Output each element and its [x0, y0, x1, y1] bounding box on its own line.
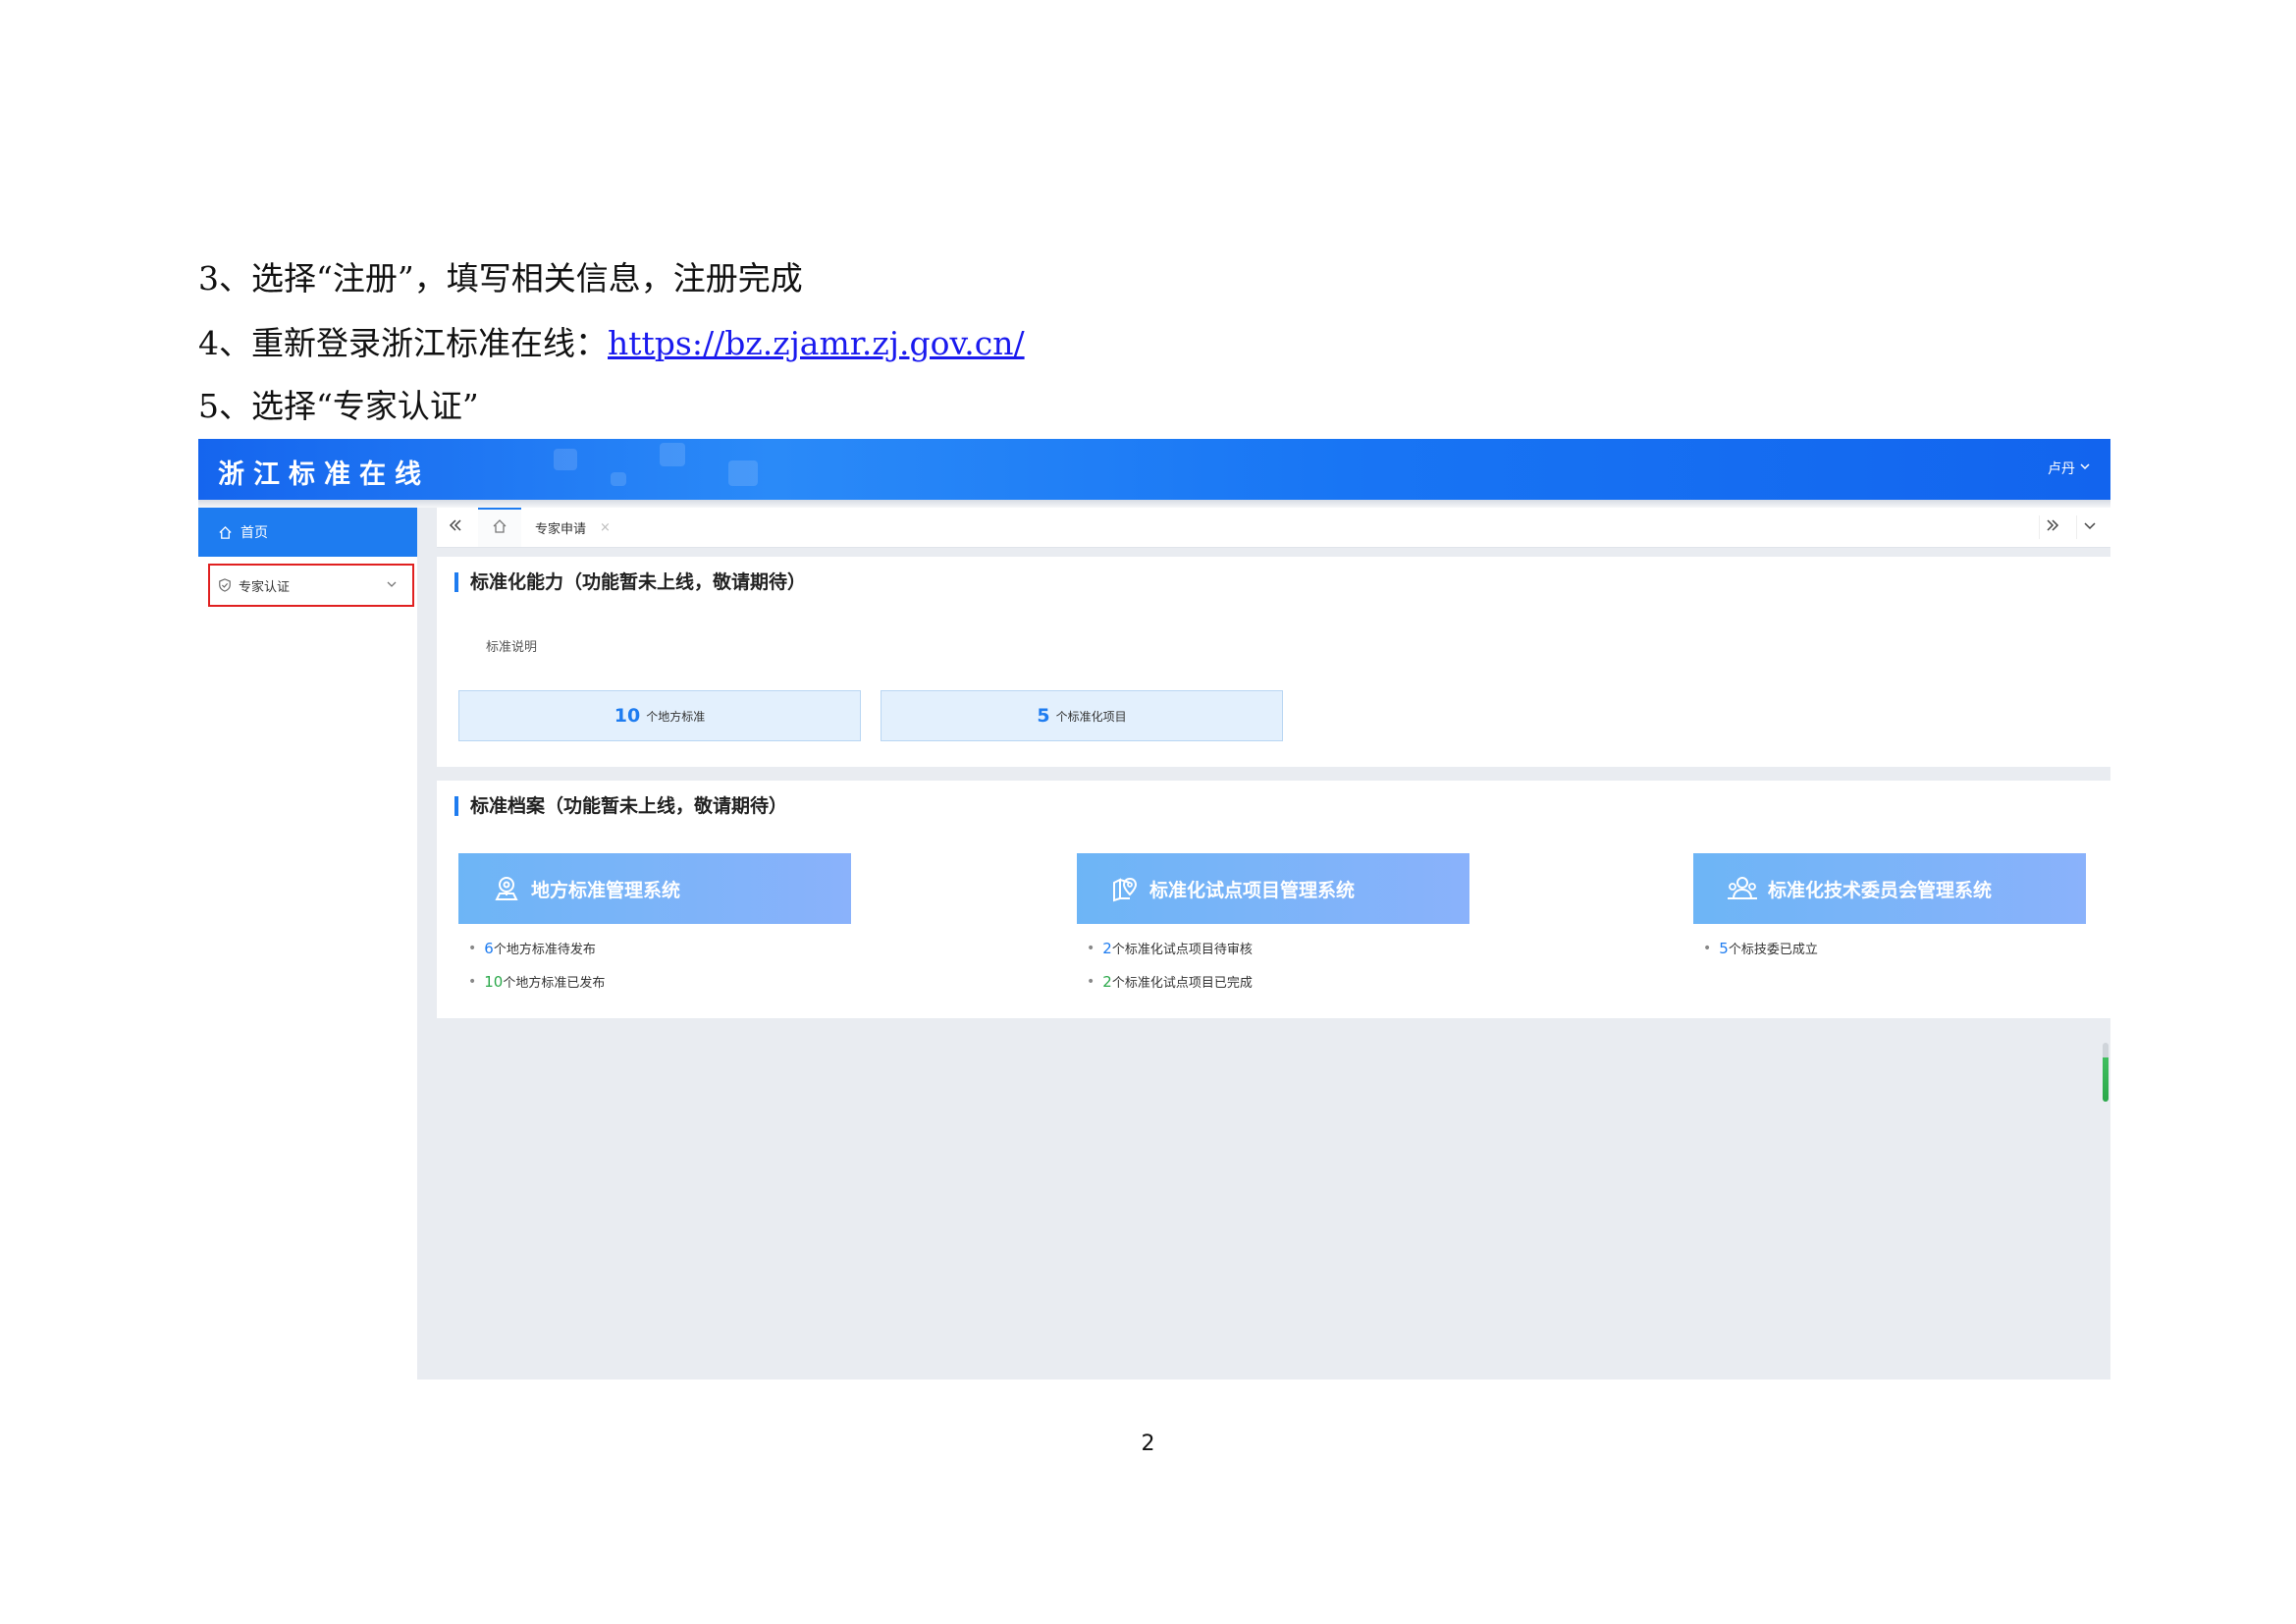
step-5-text: 5、选择“专家认证” — [198, 387, 479, 425]
location-pin-icon — [492, 874, 521, 903]
banner-decoration — [611, 472, 626, 486]
list-item: • 6 个地方标准待发布 — [468, 939, 596, 958]
tab-home[interactable] — [478, 508, 521, 547]
sidebar-item-label: 首页 — [240, 525, 268, 541]
home-icon — [492, 518, 507, 538]
app-title: 浙江标准在线 — [218, 460, 430, 490]
stat-value: 2 — [1102, 939, 1112, 957]
stat-value: 5 — [1719, 939, 1729, 957]
users-icon — [1727, 874, 1758, 903]
tab-scroll-right-button[interactable] — [2039, 515, 2065, 539]
map-pin-icon — [1110, 874, 1140, 903]
page-number: 2 — [1141, 1432, 1155, 1456]
tab-label: 专家申请 — [535, 522, 587, 537]
sidebar-item-expert-certification[interactable]: 专家认证 — [208, 564, 414, 607]
close-icon[interactable]: × — [600, 520, 611, 535]
list-item: • 10 个地方标准已发布 — [468, 972, 606, 992]
user-menu[interactable]: 卢丹 — [2048, 459, 2091, 478]
stat-label: 个地方标准待发布 — [493, 943, 596, 957]
stat-value: 10 — [614, 705, 641, 727]
tab-options-button[interactable] — [2076, 515, 2103, 539]
tab-expert-application[interactable]: 专家申请 × — [535, 518, 611, 537]
step-4-text: 4、重新登录浙江标准在线： — [198, 324, 608, 362]
stat-label: 个标技委已成立 — [1728, 943, 1818, 957]
chevron-down-icon — [2082, 517, 2098, 537]
tab-scroll-left-button[interactable] — [443, 515, 468, 539]
sidebar-item-home[interactable]: 首页 — [198, 508, 417, 557]
top-banner: 浙江标准在线 卢丹 — [198, 439, 2110, 500]
list-item: • 5 个标技委已成立 — [1703, 939, 1818, 958]
technical-committee-system-card[interactable]: 标准化技术委员会管理系统 — [1693, 853, 2086, 924]
system-name: 标准化技术委员会管理系统 — [1768, 879, 1993, 901]
banner-shadow — [198, 500, 2110, 508]
chevron-down-icon — [385, 577, 399, 591]
sidebar: 首页 专家认证 — [198, 508, 417, 1380]
archive-panel: 标准档案（功能暂未上线，敬请期待） 地方标准管理系统 • 6 个地方标准待发布 • 1… — [437, 781, 2110, 1018]
system-name: 标准化试点项目管理系统 — [1149, 879, 1356, 901]
local-standard-count-card[interactable]: 10 个地方标准 — [458, 690, 861, 741]
banner-decoration — [554, 449, 577, 470]
banner-decoration — [728, 460, 758, 486]
step-3-text: 3、选择“注册”，填写相关信息，注册完成 — [198, 259, 803, 298]
stat-value: 6 — [484, 939, 494, 957]
double-chevron-left-icon — [447, 516, 464, 538]
list-item: • 2 个标准化试点项目已完成 — [1087, 972, 1253, 992]
panel-title: 标准化能力（功能暂未上线，敬请期待） — [454, 572, 806, 592]
stat-label: 个标准化项目 — [1055, 709, 1127, 724]
scroll-indicator[interactable] — [2103, 1043, 2109, 1102]
site-url-link[interactable]: https://bz.zjamr.zj.gov.cn/ — [608, 324, 1025, 362]
stat-label: 个标准化试点项目已完成 — [1111, 976, 1253, 991]
stat-value: 10 — [484, 972, 504, 991]
local-standard-system-card[interactable]: 地方标准管理系统 — [458, 853, 851, 924]
list-item: • 2 个标准化试点项目待审核 — [1087, 939, 1253, 958]
system-name: 地方标准管理系统 — [531, 879, 681, 901]
home-icon — [218, 525, 233, 540]
pilot-project-system-card[interactable]: 标准化试点项目管理系统 — [1077, 853, 1469, 924]
capability-panel: 标准化能力（功能暂未上线，敬请期待） 标准说明 10 个地方标准 5 个标准化项… — [437, 557, 2110, 767]
stat-value: 2 — [1102, 972, 1112, 991]
stat-label: 个地方标准已发布 — [503, 976, 606, 991]
standardization-project-count-card[interactable]: 5 个标准化项目 — [881, 690, 1283, 741]
stat-value: 5 — [1037, 705, 1050, 727]
user-name: 卢丹 — [2048, 461, 2075, 477]
shield-check-icon — [218, 578, 232, 592]
panel-title: 标准档案（功能暂未上线，敬请期待） — [454, 796, 787, 816]
app-screenshot: 浙江标准在线 卢丹 首页 专家认证 专家申请 × 标准化能力（功能暂未上线，敬请… — [198, 439, 2110, 1380]
stat-label: 个标准化试点项目待审核 — [1111, 943, 1253, 957]
standard-description-link[interactable]: 标准说明 — [486, 636, 537, 655]
tab-bar: 专家申请 × — [437, 508, 2110, 548]
double-chevron-right-icon — [2044, 516, 2061, 538]
sidebar-item-label: 专家认证 — [239, 579, 291, 595]
stat-label: 个地方标准 — [646, 709, 706, 724]
step-4-line: 4、重新登录浙江标准在线：https://bz.zjamr.zj.gov.cn/ — [198, 324, 1025, 363]
banner-decoration — [660, 443, 685, 466]
chevron-down-icon — [2079, 460, 2091, 476]
